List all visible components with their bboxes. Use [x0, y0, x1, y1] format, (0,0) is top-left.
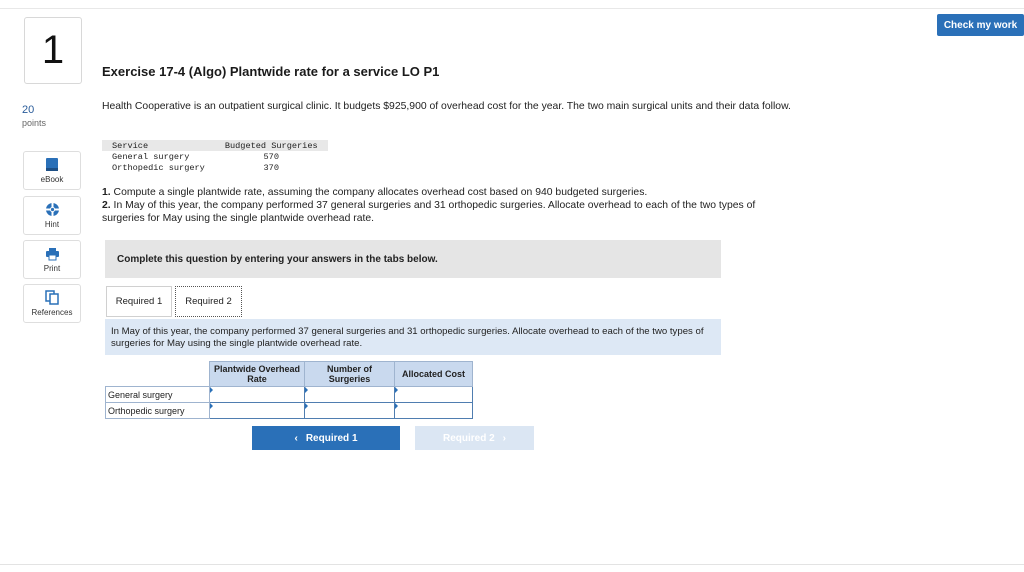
data-row-value: 570: [263, 151, 279, 162]
data-row-label: General surgery: [112, 151, 190, 162]
orthopedic-allocated-input[interactable]: [394, 402, 473, 419]
print-button[interactable]: Print: [23, 240, 81, 279]
previous-label: Required 1: [305, 432, 358, 444]
general-allocated-input[interactable]: [394, 386, 473, 403]
data-header-budgeted: Budgeted Surgeries: [214, 140, 328, 151]
table-row: General surgery: [105, 386, 473, 403]
references-button[interactable]: References: [23, 284, 81, 323]
header-number-surgeries: Number of Surgeries: [304, 361, 395, 387]
data-row-label: Orthopedic surgery: [112, 162, 205, 173]
ebook-button[interactable]: eBook: [23, 151, 81, 190]
ebook-label: eBook: [40, 175, 64, 184]
orthopedic-surgeries-input[interactable]: [304, 402, 395, 419]
instruction-1: 1. Compute a single plantwide rate, assu…: [102, 187, 648, 198]
data-row-value: 370: [263, 162, 279, 173]
hint-icon: [45, 202, 60, 217]
hint-label: Hint: [44, 220, 60, 229]
general-rate-input[interactable]: [209, 386, 305, 403]
instructions: 1. Compute a single plantwide rate, assu…: [102, 186, 792, 225]
chevron-right-icon: ›: [502, 432, 507, 444]
bottom-divider: [0, 564, 1024, 565]
row-label-orthopedic: Orthopedic surgery: [105, 402, 210, 419]
previous-required-1-button[interactable]: ‹ Required 1: [252, 426, 400, 450]
exercise-title: Exercise 17-4 (Algo) Plantwide rate for …: [102, 64, 440, 79]
points-label: points: [22, 118, 47, 128]
print-icon: [45, 246, 60, 261]
general-surgeries-input[interactable]: [304, 386, 395, 403]
data-header-service: Service: [102, 140, 215, 151]
allocation-answer-table: Plantwide Overhead Rate Number of Surger…: [105, 361, 473, 419]
table-row: Orthopedic surgery: [105, 402, 473, 419]
references-icon: [45, 290, 59, 305]
references-label: References: [31, 308, 73, 317]
header-plantwide-rate: Plantwide Overhead Rate: [209, 361, 305, 387]
next-required-2-button[interactable]: Required 2 ›: [415, 426, 534, 450]
blank-header: [105, 361, 210, 387]
tab-required-1[interactable]: Required 1: [106, 286, 172, 317]
points-value: 20: [22, 104, 35, 116]
complete-question-banner: Complete this question by entering your …: [105, 240, 721, 278]
row-label-general: General surgery: [105, 386, 210, 403]
budget-data-table: Service Budgeted Surgeries General surge…: [102, 140, 328, 173]
header-allocated-cost: Allocated Cost: [394, 361, 473, 387]
top-divider: [0, 8, 1024, 9]
book-icon: [45, 157, 59, 172]
check-my-work-button[interactable]: Check my work: [937, 14, 1024, 36]
hint-button[interactable]: Hint: [23, 196, 81, 235]
required-2-prompt: In May of this year, the company perform…: [105, 319, 721, 355]
orthopedic-rate-input[interactable]: [209, 402, 305, 419]
print-label: Print: [43, 264, 61, 273]
next-label: Required 2: [442, 432, 495, 444]
exercise-intro: Health Cooperative is an outpatient surg…: [102, 101, 791, 112]
chevron-left-icon: ‹: [294, 432, 298, 444]
tab-required-2[interactable]: Required 2: [175, 286, 242, 317]
instruction-2: 2. In May of this year, the company perf…: [102, 200, 756, 224]
question-number: 1: [24, 17, 82, 84]
